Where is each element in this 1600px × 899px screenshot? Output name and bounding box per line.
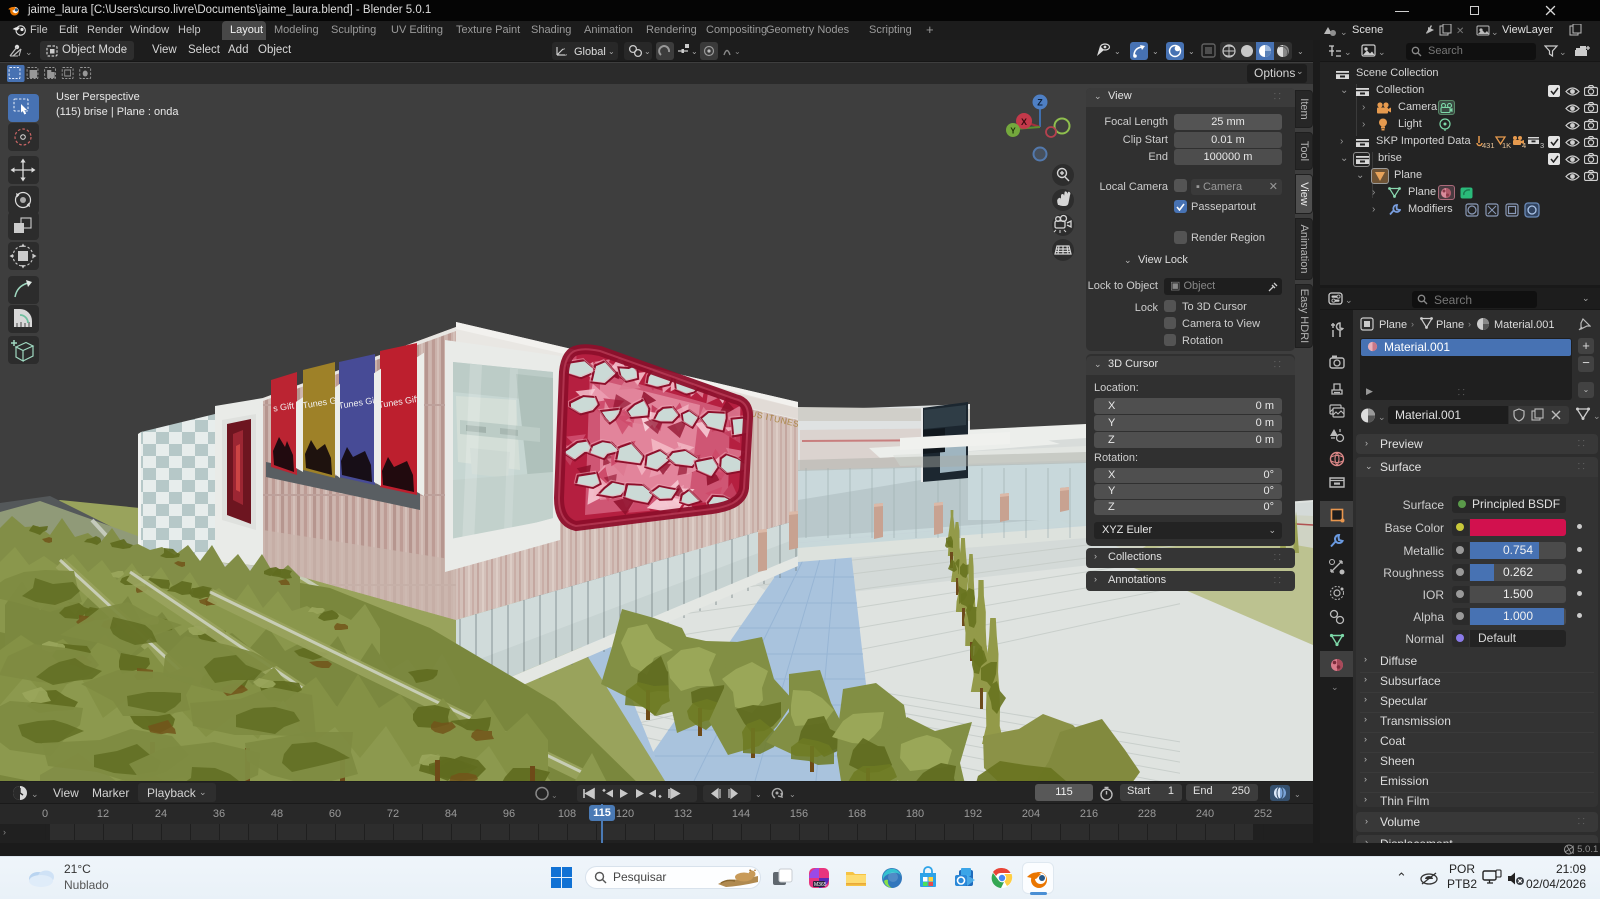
svg-text:Plane: Plane — [1379, 319, 1407, 331]
svg-text:⌄: ⌄ — [691, 47, 698, 56]
svg-text:⌄: ⌄ — [1344, 47, 1352, 57]
svg-text:⌄: ⌄ — [1378, 47, 1386, 57]
svg-text:Z: Z — [1037, 98, 1043, 108]
svg-text:Y: Y — [1010, 127, 1016, 136]
svg-text:⌄: ⌄ — [1378, 412, 1386, 422]
svg-text:⌄: ⌄ — [1491, 27, 1499, 37]
svg-text:⌄: ⌄ — [31, 789, 39, 799]
svg-text:⌄: ⌄ — [1188, 47, 1195, 56]
svg-text:431: 431 — [1482, 141, 1495, 149]
svg-text:⌄: ⌄ — [1114, 47, 1121, 56]
svg-text:⌄: ⌄ — [1297, 47, 1304, 56]
svg-text:›: › — [1411, 319, 1414, 329]
svg-text:⌄: ⌄ — [1345, 295, 1353, 305]
svg-text:›: › — [1468, 319, 1471, 329]
svg-text:⌄: ⌄ — [1593, 411, 1600, 421]
svg-text:⌄: ⌄ — [1294, 790, 1301, 799]
svg-text:⌄: ⌄ — [608, 47, 615, 56]
svg-text:⌄: ⌄ — [734, 47, 741, 56]
svg-text:⌄: ⌄ — [755, 790, 762, 799]
svg-text:⌄: ⌄ — [789, 790, 796, 799]
svg-text:1K: 1K — [1502, 141, 1511, 149]
svg-text:⌄: ⌄ — [1152, 47, 1159, 56]
svg-text:⌄: ⌄ — [551, 791, 558, 800]
svg-text:⌄: ⌄ — [25, 47, 33, 57]
svg-text:Material.001: Material.001 — [1494, 319, 1555, 331]
svg-text:X: X — [1021, 117, 1027, 127]
svg-text:⌄: ⌄ — [644, 47, 651, 56]
svg-text:Global: Global — [574, 46, 606, 58]
svg-text:4: 4 — [1522, 141, 1526, 149]
svg-text:M365: M365 — [814, 882, 827, 888]
svg-text:⌄: ⌄ — [1340, 27, 1348, 37]
svg-text:Plane: Plane — [1436, 319, 1464, 331]
svg-text:3: 3 — [1540, 141, 1544, 149]
svg-text:✕: ✕ — [1456, 26, 1464, 37]
svg-text:⌄: ⌄ — [1559, 47, 1567, 57]
